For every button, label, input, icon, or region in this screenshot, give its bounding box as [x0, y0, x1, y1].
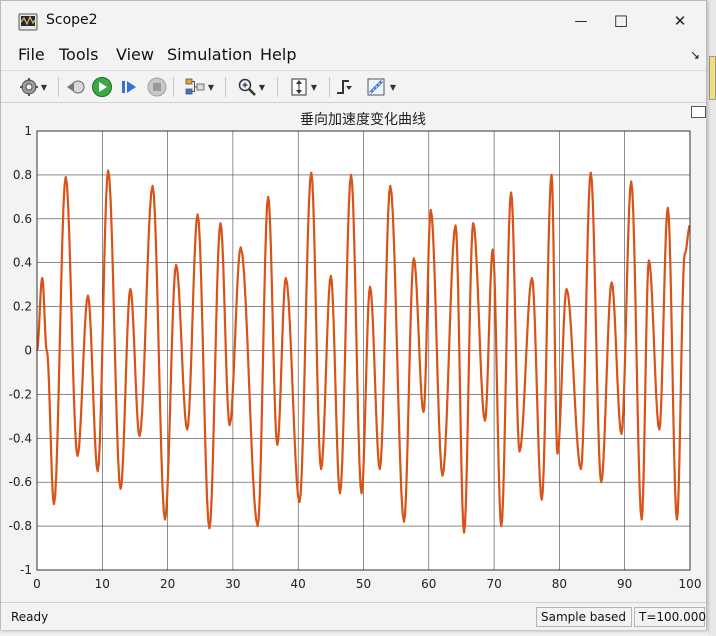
chevron-down-icon: ▼	[258, 82, 266, 92]
window-title: Scope2	[46, 12, 98, 28]
toolbar-separator	[277, 77, 278, 97]
scope-chart[interactable]: 垂向加速度变化曲线 1 0.8 0.6 0.4 0.2 0 -0.2 -0.4 -0.6 -0.8…	[1, 104, 706, 600]
fit-axes-icon	[291, 78, 307, 96]
gear-icon	[19, 78, 38, 96]
simulation-time-indicator: T=100.000	[634, 607, 706, 627]
status-bar: Ready Sample based T=100.000	[1, 602, 706, 630]
y-tick-label: -0.8	[9, 519, 32, 533]
toolbar-separator	[173, 77, 174, 97]
close-button[interactable]: ✕	[657, 1, 703, 41]
menu-bar: File Tools View Simulation Help ↘	[1, 41, 706, 69]
chevron-down-icon: ▼	[207, 82, 215, 92]
y-tick-label: -1	[20, 563, 32, 577]
close-icon: ✕	[673, 12, 687, 30]
menu-view[interactable]: View	[116, 45, 154, 64]
menu-help[interactable]: Help	[260, 45, 296, 64]
x-tick-label: 20	[160, 577, 175, 591]
y-tick-label: 0.8	[13, 168, 32, 182]
menu-simulation[interactable]: Simulation	[167, 45, 252, 64]
configuration-properties-button[interactable]: ▼	[13, 75, 53, 99]
x-tick-label: 70	[486, 577, 501, 591]
minimize-icon: —	[574, 13, 588, 29]
run-icon	[92, 77, 112, 97]
toolbar: ▼ ▼ ▼ ▼ ▼	[1, 70, 706, 103]
trigger-icon	[337, 80, 352, 94]
zoom-button[interactable]: ▼	[231, 75, 271, 99]
chevron-down-icon: ▼	[40, 82, 48, 92]
x-axis-ticks: 0 10 20 30 40 50 60 70 80 90 100	[33, 577, 701, 591]
scope-display: 垂向加速度变化曲线 1 0.8 0.6 0.4 0.2 0 -0.2 -0.4 -0.6 -0.8…	[1, 104, 706, 600]
y-tick-label: 0	[24, 344, 32, 358]
signal-select-icon	[185, 78, 205, 95]
maximize-icon: ☐	[613, 11, 629, 31]
undock-icon[interactable]: ↘	[690, 48, 700, 62]
y-tick-label: 0.6	[13, 212, 32, 226]
x-tick-label: 30	[225, 577, 240, 591]
x-tick-label: 60	[421, 577, 436, 591]
scale-axes-button[interactable]: ▼	[283, 75, 323, 99]
restore-layout-icon[interactable]	[691, 106, 706, 118]
menu-file[interactable]: File	[18, 45, 45, 64]
maximize-button[interactable]: ☐	[598, 1, 644, 41]
step-forward-button[interactable]	[118, 75, 140, 99]
sample-mode-indicator: Sample based	[536, 607, 632, 627]
chevron-down-icon: ▼	[389, 82, 397, 92]
measure-icon	[367, 78, 385, 96]
x-tick-label: 40	[291, 577, 306, 591]
y-tick-label: -0.2	[9, 387, 32, 401]
x-tick-label: 90	[617, 577, 632, 591]
run-button[interactable]	[90, 75, 114, 99]
step-forward-icon	[122, 81, 136, 93]
chevron-down-icon: ▼	[310, 82, 318, 92]
x-tick-label: 0	[33, 577, 41, 591]
toolbar-separator	[225, 77, 226, 97]
zoom-icon	[238, 78, 256, 96]
scope-app-icon	[18, 13, 38, 31]
y-axis-ticks: 1 0.8 0.6 0.4 0.2 0 -0.2 -0.4 -0.6 -0.8 -1	[9, 124, 32, 577]
x-tick-label: 100	[679, 577, 702, 591]
background-window-highlight	[709, 56, 716, 100]
scope-window: Scope2 — ☐ ✕ File Tools View Simulation …	[0, 0, 707, 630]
x-tick-label: 80	[552, 577, 567, 591]
stop-button[interactable]	[146, 75, 168, 99]
signal-selector-button[interactable]: ▼	[179, 75, 219, 99]
y-tick-label: -0.4	[9, 431, 32, 445]
x-tick-label: 50	[356, 577, 371, 591]
status-text: Ready	[11, 610, 49, 624]
triggers-button[interactable]	[334, 75, 356, 99]
step-back-icon	[67, 80, 85, 94]
measurements-button[interactable]: ▼	[361, 75, 401, 99]
y-tick-label: 0.2	[13, 300, 32, 314]
toolbar-separator	[329, 77, 330, 97]
title-bar[interactable]: Scope2 — ☐ ✕	[1, 1, 706, 41]
y-tick-label: -0.6	[9, 475, 32, 489]
toolbar-separator	[58, 77, 59, 97]
step-back-button[interactable]	[64, 75, 86, 99]
stop-icon	[147, 77, 167, 97]
y-tick-label: 0.4	[13, 256, 32, 270]
y-tick-label: 1	[24, 124, 32, 138]
x-tick-label: 10	[95, 577, 110, 591]
menu-tools[interactable]: Tools	[59, 45, 98, 64]
chart-title: 垂向加速度变化曲线	[300, 112, 426, 128]
